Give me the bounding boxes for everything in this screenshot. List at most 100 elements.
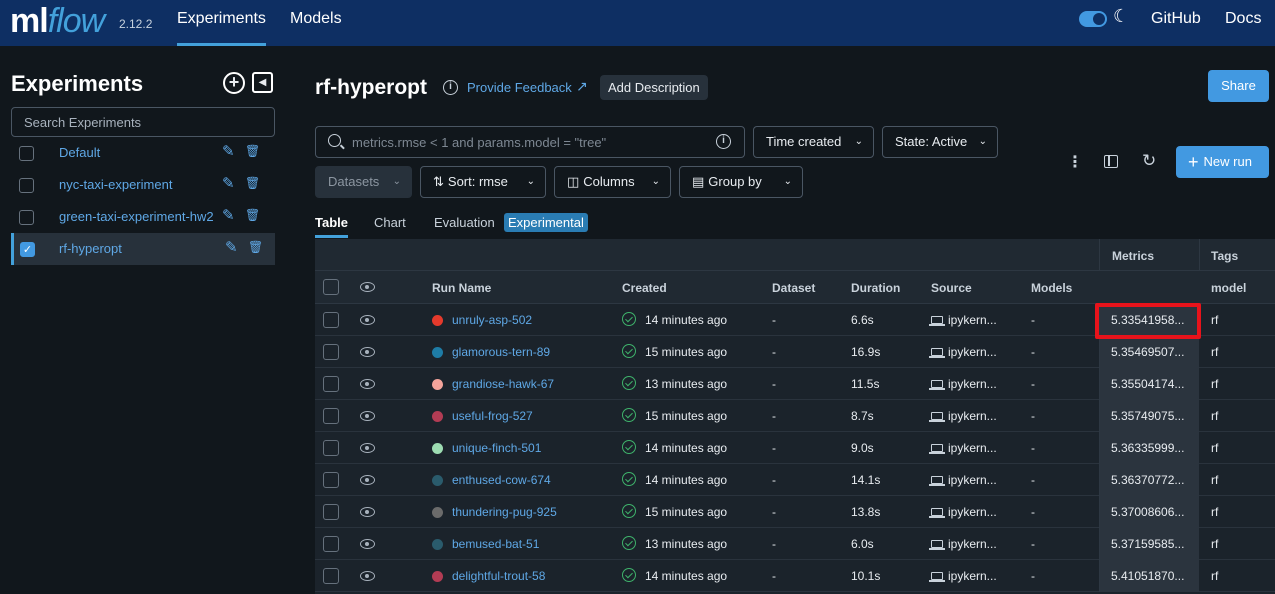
edit-icon[interactable]: ✎ <box>222 206 235 224</box>
row-checkbox[interactable] <box>323 376 339 392</box>
table-row[interactable]: bemused-bat-51 13 minutes ago - 6.0s ipykern… <box>315 528 1275 560</box>
column-header-source[interactable]: Source <box>931 281 972 295</box>
add-experiment-icon[interactable]: + <box>223 72 245 94</box>
row-checkbox[interactable] <box>323 312 339 328</box>
select-all-checkbox[interactable] <box>323 279 339 295</box>
trash-icon[interactable]: 🗑 <box>245 208 260 222</box>
eye-icon[interactable] <box>360 411 375 421</box>
sidebar-item-nyc-taxi[interactable]: nyc-taxi-experiment ✎ 🗑 <box>11 169 275 201</box>
sort-dropdown[interactable]: ⇅ Sort: rmse ⌄ <box>420 166 546 198</box>
experiment-name[interactable]: nyc-taxi-experiment <box>59 177 172 192</box>
source-cell[interactable]: ipykern... <box>948 505 997 519</box>
source-cell[interactable]: ipykern... <box>948 569 997 583</box>
eye-icon[interactable] <box>360 475 375 485</box>
column-header-created[interactable]: Created <box>622 281 667 295</box>
tab-chart[interactable]: Chart <box>374 215 406 230</box>
eye-icon[interactable] <box>360 379 375 389</box>
row-checkbox[interactable] <box>323 344 339 360</box>
eye-icon[interactable] <box>360 347 375 357</box>
run-name-link[interactable]: delightful-trout-58 <box>452 569 545 583</box>
edit-icon[interactable]: ✎ <box>222 174 235 192</box>
column-header-model[interactable]: model <box>1211 281 1246 295</box>
edit-icon[interactable]: ✎ <box>222 142 235 160</box>
run-name-link[interactable]: unruly-asp-502 <box>452 313 532 327</box>
eye-icon[interactable] <box>360 282 375 292</box>
sidebar-item-green-taxi[interactable]: green-taxi-experiment-hw2 ✎ 🗑 <box>11 201 275 233</box>
refresh-icon[interactable]: ↻ <box>1142 151 1156 171</box>
datasets-dropdown[interactable]: Datasets ⌄ <box>315 166 412 198</box>
row-checkbox[interactable] <box>323 568 339 584</box>
run-name-link[interactable]: enthused-cow-674 <box>452 473 551 487</box>
trash-icon[interactable]: 🗑 <box>245 176 260 190</box>
trash-icon[interactable]: 🗑 <box>248 240 263 254</box>
source-cell[interactable]: ipykern... <box>948 409 997 423</box>
tab-evaluation[interactable]: Evaluation <box>434 215 495 230</box>
external-link-icon[interactable]: ↗ <box>576 78 588 95</box>
docs-link[interactable]: Docs <box>1225 10 1261 28</box>
table-row[interactable]: grandiose-hawk-67 13 minutes ago - 11.5s ipy… <box>315 368 1275 400</box>
column-header-dataset[interactable]: Dataset <box>772 281 815 295</box>
sidebar-item-default[interactable]: Default ✎ 🗑 <box>11 137 275 169</box>
run-name-link[interactable]: grandiose-hawk-67 <box>452 377 554 391</box>
add-description-button[interactable]: Add Description <box>600 75 708 100</box>
new-run-button[interactable]: + New run <box>1176 146 1269 178</box>
table-row[interactable]: glamorous-tern-89 15 minutes ago - 16.9s ipy… <box>315 336 1275 368</box>
table-row[interactable]: unique-finch-501 14 minutes ago - 9.0s ipyke… <box>315 432 1275 464</box>
mlflow-logo[interactable]: mlflow <box>10 2 105 41</box>
theme-toggle[interactable] <box>1079 11 1107 27</box>
state-dropdown[interactable]: State: Active ⌄ <box>882 126 998 158</box>
experiment-name[interactable]: rf-hyperopt <box>59 241 122 256</box>
run-name-link[interactable]: glamorous-tern-89 <box>452 345 550 359</box>
edit-icon[interactable]: ✎ <box>225 238 238 256</box>
experiment-checkbox-checked[interactable]: ✓ <box>20 242 35 257</box>
share-button[interactable]: Share <box>1208 70 1269 102</box>
time-created-dropdown[interactable]: Time created ⌄ <box>753 126 874 158</box>
eye-icon[interactable] <box>360 315 375 325</box>
run-name-link[interactable]: bemused-bat-51 <box>452 537 539 551</box>
more-options-icon[interactable]: ⋮ <box>1067 152 1083 172</box>
info-icon[interactable]: i <box>443 80 458 95</box>
source-cell[interactable]: ipykern... <box>948 473 997 487</box>
column-header-run-name[interactable]: Run Name <box>432 281 491 295</box>
sidebar-item-rf-hyperopt[interactable]: ✓ rf-hyperopt ✎ 🗑 <box>11 233 275 265</box>
github-link[interactable]: GitHub <box>1151 10 1201 28</box>
eye-icon[interactable] <box>360 539 375 549</box>
run-search-input[interactable] <box>352 128 712 156</box>
source-cell[interactable]: ipykern... <box>948 537 997 551</box>
trash-icon[interactable]: 🗑 <box>245 144 260 158</box>
table-row[interactable]: thundering-pug-925 15 minutes ago - 13.8s ip… <box>315 496 1275 528</box>
row-checkbox[interactable] <box>323 504 339 520</box>
experiment-checkbox[interactable] <box>19 146 34 161</box>
search-experiments-input[interactable] <box>11 107 275 137</box>
columns-dropdown[interactable]: ◫ Columns ⌄ <box>554 166 671 198</box>
table-row[interactable]: delightful-trout-58 14 minutes ago - 10.1s i… <box>315 560 1275 592</box>
column-header-duration[interactable]: Duration <box>851 281 900 295</box>
experiment-name[interactable]: green-taxi-experiment-hw2 <box>59 209 214 224</box>
source-cell[interactable]: ipykern... <box>948 441 997 455</box>
collapse-sidebar-icon[interactable]: ◀ <box>252 72 273 93</box>
eye-icon[interactable] <box>360 571 375 581</box>
run-name-link[interactable]: useful-frog-527 <box>452 409 533 423</box>
experiment-name[interactable]: Default <box>59 145 100 160</box>
source-cell[interactable]: ipykern... <box>948 345 997 359</box>
source-cell[interactable]: ipykern... <box>948 313 997 327</box>
table-row[interactable]: enthused-cow-674 14 minutes ago - 14.1s ipyk… <box>315 464 1275 496</box>
column-header-models[interactable]: Models <box>1031 281 1072 295</box>
run-name-link[interactable]: unique-finch-501 <box>452 441 541 455</box>
eye-icon[interactable] <box>360 443 375 453</box>
provide-feedback-link[interactable]: Provide Feedback <box>467 80 572 95</box>
row-checkbox[interactable] <box>323 472 339 488</box>
run-search-box[interactable]: i <box>315 126 745 158</box>
info-icon[interactable]: i <box>716 134 731 149</box>
group-by-dropdown[interactable]: ▤ Group by ⌄ <box>679 166 803 198</box>
nav-models[interactable]: Models <box>290 10 342 28</box>
row-checkbox[interactable] <box>323 536 339 552</box>
experiment-checkbox[interactable] <box>19 210 34 225</box>
row-checkbox[interactable] <box>323 440 339 456</box>
row-checkbox[interactable] <box>323 408 339 424</box>
side-panel-icon[interactable] <box>1104 155 1118 168</box>
eye-icon[interactable] <box>360 507 375 517</box>
run-name-link[interactable]: thundering-pug-925 <box>452 505 557 519</box>
experiment-checkbox[interactable] <box>19 178 34 193</box>
tab-table[interactable]: Table <box>315 215 348 230</box>
